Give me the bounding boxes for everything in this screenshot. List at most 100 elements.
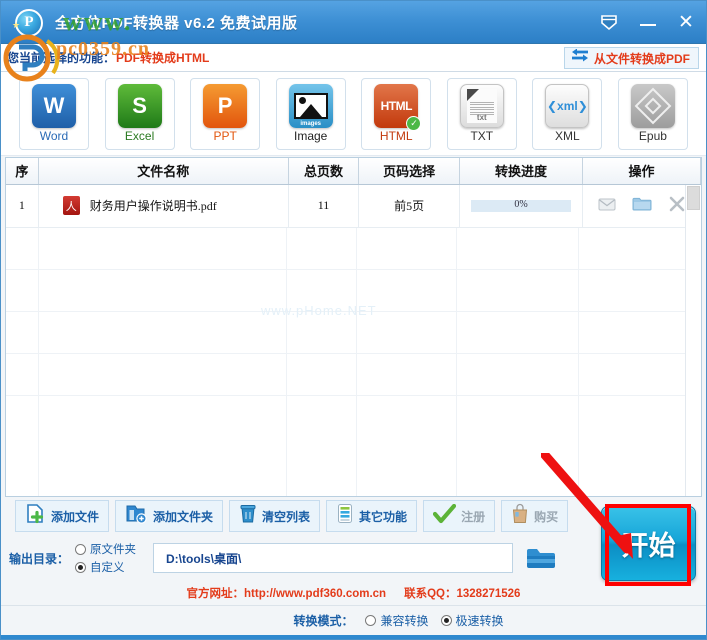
list-item[interactable] (6, 354, 701, 396)
row-filename: 财务用户操作说明书.pdf (89, 199, 217, 213)
start-button[interactable]: 开始 (601, 506, 696, 581)
app-logo: ★ (7, 3, 51, 41)
row-progress-text: 0% (514, 198, 528, 210)
format-label-xml: XML (555, 129, 580, 143)
radio-dot-compatible (365, 615, 377, 626)
remove-icon[interactable] (668, 195, 686, 217)
output-mode-radios: 原文件夹 自定义 (75, 541, 149, 575)
register-button[interactable]: 注册 (423, 500, 496, 532)
close-button[interactable]: ✕ (674, 11, 698, 35)
output-path-input[interactable]: D:\tools\桌面\ (153, 543, 513, 573)
buy-label: 购买 (534, 509, 559, 524)
list-icon (336, 503, 354, 529)
mail-icon[interactable] (598, 197, 616, 215)
radio-dot-custom (75, 561, 86, 573)
file-list-table: 序 文件名称 总页数 页码选择 转换进度 操作 1 财务用户操作说明书.pdf (5, 157, 702, 497)
empty-rows-area: www.pHome.NET (6, 227, 701, 496)
format-button-xml[interactable]: ❮xml❯ XML (532, 77, 603, 150)
table-row[interactable]: 1 财务用户操作说明书.pdf 11 前5页 0% (6, 184, 701, 228)
xml-format-icon: ❮xml❯ (545, 84, 590, 128)
format-button-image[interactable]: images Image (275, 77, 346, 150)
selected-check-icon: ✓ (406, 116, 422, 131)
row-filename-cell: 财务用户操作说明书.pdf (39, 185, 288, 227)
radio-label-compatible: 兼容转换 (380, 614, 429, 628)
add-folder-button[interactable]: 添加文件夹 (115, 500, 224, 532)
folder-browse-icon[interactable] (523, 544, 559, 572)
clear-list-button[interactable]: 清空列表 (229, 500, 321, 532)
buy-button[interactable]: 购买 (501, 500, 569, 532)
official-website-link[interactable]: 官方网址：http://www.pdf360.com.cn (187, 585, 387, 601)
shopping-bag-icon (511, 503, 529, 529)
radio-custom-folder[interactable]: 自定义 (75, 559, 149, 575)
excel-format-icon: S (117, 84, 162, 128)
contact-qq-text: 联系QQ：1328271526 (404, 588, 521, 600)
format-button-html[interactable]: HTML ✓ HTML (361, 77, 432, 150)
list-item[interactable] (6, 270, 701, 312)
other-functions-label: 其它功能 (359, 509, 408, 524)
clear-list-label: 清空列表 (262, 509, 311, 524)
other-functions-button[interactable]: 其它功能 (326, 500, 418, 532)
close-icon: ✕ (678, 11, 694, 33)
html-glyph-text: HTML (380, 99, 413, 113)
folder-icon[interactable] (632, 196, 652, 215)
col-header-page-selection[interactable]: 页码选择 (358, 158, 461, 185)
list-item[interactable] (6, 228, 701, 270)
minimize-button[interactable] (636, 11, 660, 35)
format-button-ppt[interactable]: P PPT (190, 77, 261, 150)
col-header-filename[interactable]: 文件名称 (38, 158, 289, 185)
format-label-word: Word (39, 129, 69, 143)
format-label-epub: Epub (638, 129, 667, 143)
radio-original-folder[interactable]: 原文件夹 (75, 541, 149, 557)
swap-arrows-icon (571, 48, 589, 67)
output-path-value: D:\tools\桌面\ (166, 551, 242, 566)
add-folder-label: 添加文件夹 (153, 509, 214, 524)
pdf-file-icon (62, 196, 80, 215)
bottom-accent-bar (1, 635, 706, 639)
format-button-epub[interactable]: Epub (617, 77, 688, 150)
col-header-progress[interactable]: 转换进度 (459, 158, 584, 185)
table-header-row: 序 文件名称 总页数 页码选择 转换进度 操作 (6, 158, 701, 185)
format-button-excel[interactable]: S Excel (104, 77, 175, 150)
window-controls: ✕ (598, 1, 698, 44)
radio-fast-mode[interactable]: 极速转换 (440, 612, 504, 629)
format-label-html: HTML (379, 129, 413, 143)
list-item[interactable] (6, 312, 701, 354)
add-file-button[interactable]: 添加文件 (15, 500, 110, 532)
col-header-pages[interactable]: 总页数 (288, 158, 360, 185)
row-index: 1 (6, 184, 39, 228)
table-scrollbar[interactable] (685, 185, 701, 496)
row-total-pages: 11 (288, 184, 360, 228)
minimize-icon (640, 23, 656, 26)
footer-links: 官方网址：http://www.pdf360.com.cn 联系QQ：13282… (1, 581, 706, 605)
format-label-ppt: PPT (213, 129, 237, 143)
conversion-mode-label: 转换模式： (293, 614, 354, 628)
scrollbar-thumb[interactable] (687, 186, 700, 210)
radio-label-fast: 极速转换 (455, 614, 504, 628)
radio-dot-original (75, 543, 86, 555)
convert-to-pdf-label: 从文件转换成PDF (593, 51, 690, 66)
register-label: 注册 (461, 509, 486, 524)
ppt-format-icon: P (203, 84, 248, 128)
col-header-index[interactable]: 序 (6, 158, 39, 185)
current-function-label: 您当前选择的功能： (7, 51, 116, 65)
add-folder-icon (125, 503, 148, 529)
word-format-icon: W (32, 84, 76, 128)
collapse-arrow-icon[interactable] (598, 11, 622, 35)
start-button-label: 开始 (621, 531, 676, 561)
col-header-actions[interactable]: 操作 (582, 158, 701, 185)
html-format-icon: HTML ✓ (374, 84, 422, 131)
format-button-word[interactable]: W Word (19, 77, 89, 150)
application-window: ★ 全方位PDF转换器 v6.2 免费试用版 ✕ 您当前选择的功能： PDF转换… (0, 0, 707, 640)
row-page-selection[interactable]: 前5页 (358, 184, 461, 228)
format-label-image: Image (294, 129, 328, 143)
title-bar: ★ 全方位PDF转换器 v6.2 免费试用版 ✕ (1, 1, 706, 44)
format-label-txt: TXT (470, 129, 494, 143)
window-title: 全方位PDF转换器 v6.2 免费试用版 (55, 14, 298, 32)
format-button-txt[interactable]: txt TXT (446, 77, 517, 150)
txt-glyph-label: txt (476, 113, 487, 122)
xml-glyph-text: ❮xml❯ (546, 99, 588, 113)
file-table: 序 文件名称 总页数 页码选择 转换进度 操作 1 财务用户操作说明书.pdf (6, 158, 701, 228)
convert-to-pdf-button[interactable]: 从文件转换成PDF (563, 47, 699, 69)
output-directory-label: 输出目录： (9, 551, 70, 566)
radio-compatible-mode[interactable]: 兼容转换 (365, 612, 429, 629)
